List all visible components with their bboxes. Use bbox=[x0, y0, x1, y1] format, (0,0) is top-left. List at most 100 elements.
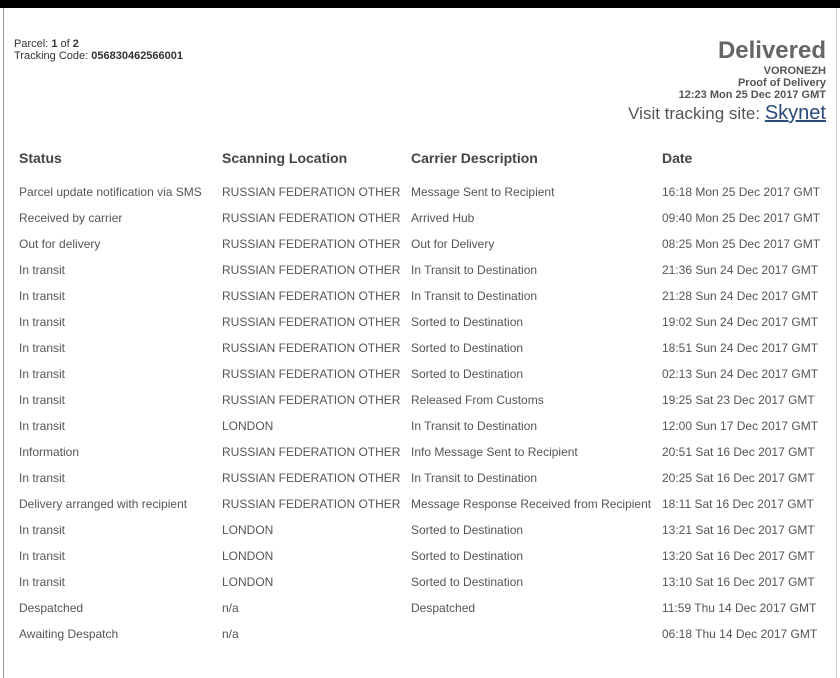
date-cell: 16:18 Mon 25 Dec 2017 GMT bbox=[662, 185, 821, 199]
date-cell: 21:36 Sun 24 Dec 2017 GMT bbox=[662, 263, 819, 277]
status-cell: Received by carrier bbox=[19, 211, 123, 225]
date-cell: 09:40 Mon 25 Dec 2017 GMT bbox=[662, 211, 821, 225]
tracking-code: Tracking Code: 056830462566001 bbox=[14, 50, 184, 62]
location-cell: LONDON bbox=[222, 549, 274, 563]
header-scanning-location: Scanning Location bbox=[222, 150, 348, 166]
date-cell: 19:02 Sun 24 Dec 2017 GMT bbox=[662, 315, 819, 329]
table-row: Received by carrier RUSSIAN FEDERATION OT… bbox=[19, 210, 829, 236]
status-cell: Despatched bbox=[19, 601, 84, 615]
table-row: In transit RUSSIAN FEDERATION OTHER Sorted… bbox=[19, 366, 829, 392]
visit-tracking-site: Visit tracking site: Skynet bbox=[628, 102, 826, 124]
status-cell: Awaiting Despatch bbox=[19, 627, 119, 641]
proof-of-delivery-link[interactable]: Proof of Delivery bbox=[628, 77, 826, 89]
table-row: In transit RUSSIAN FEDERATION OTHER In Tra… bbox=[19, 288, 829, 314]
date-cell: 20:51 Sat 16 Dec 2017 GMT bbox=[662, 445, 815, 459]
table-row: In transit RUSSIAN FEDERATION OTHER Releas… bbox=[19, 392, 829, 418]
date-cell: 13:10 Sat 16 Dec 2017 GMT bbox=[662, 575, 815, 589]
table-row: In transit LONDON Sorted to Destination 13:… bbox=[19, 548, 829, 574]
description-cell: Sorted to Destination bbox=[411, 549, 524, 563]
description-cell: Sorted to Destination bbox=[411, 575, 524, 589]
table-row: In transit LONDON In Transit to Destinatio… bbox=[19, 418, 829, 444]
description-cell: Despatched bbox=[411, 601, 476, 615]
date-cell: 20:25 Sat 16 Dec 2017 GMT bbox=[662, 471, 815, 485]
description-cell: Message Sent to Recipient bbox=[411, 185, 555, 199]
description-cell: In Transit to Destination bbox=[411, 419, 538, 433]
description-cell: Arrived Hub bbox=[411, 211, 475, 225]
status-cell: In transit bbox=[19, 263, 66, 277]
status-cell: In transit bbox=[19, 549, 66, 563]
description-cell: Sorted to Destination bbox=[411, 315, 524, 329]
location-cell: LONDON bbox=[222, 523, 274, 537]
table-row: Delivery arranged with recipient RUSSIAN … bbox=[19, 496, 829, 522]
delivery-location: VORONEZH bbox=[763, 65, 826, 77]
table-row: In transit LONDON Sorted to Destination 13:… bbox=[19, 522, 829, 548]
status-cell: In transit bbox=[19, 575, 66, 589]
date-cell: 13:20 Sat 16 Dec 2017 GMT bbox=[662, 549, 815, 563]
description-cell: Info Message Sent to Recipient bbox=[411, 445, 578, 459]
location-cell: RUSSIAN FEDERATION OTHER bbox=[222, 185, 401, 199]
status-cell: In transit bbox=[19, 315, 66, 329]
location-cell: n/a bbox=[222, 627, 239, 641]
table-row: Awaiting Despatch n/a 06:18 Thu 14 Dec 201… bbox=[19, 626, 829, 652]
delivery-summary: Delivered VORONEZH Proof of Delivery 12:… bbox=[628, 37, 826, 125]
status-cell: In transit bbox=[19, 471, 66, 485]
date-cell: 12:00 Sun 17 Dec 2017 GMT bbox=[662, 419, 819, 433]
location-cell: LONDON bbox=[222, 575, 274, 589]
status-cell: In transit bbox=[19, 289, 66, 303]
delivery-datetime: 12:23 Mon 25 Dec 2017 GMT bbox=[678, 89, 826, 101]
date-cell: 06:18 Thu 14 Dec 2017 GMT bbox=[662, 627, 818, 641]
description-cell: In Transit to Destination bbox=[411, 471, 538, 485]
description-cell: Sorted to Destination bbox=[411, 367, 524, 381]
header-carrier-description: Carrier Description bbox=[411, 150, 538, 166]
status-cell: In transit bbox=[19, 367, 66, 381]
top-bar bbox=[0, 0, 840, 8]
date-cell: 11:59 Thu 14 Dec 2017 GMT bbox=[662, 601, 817, 615]
table-row: In transit RUSSIAN FEDERATION OTHER In Tra… bbox=[19, 262, 829, 288]
table-body: Parcel update notification via SMS RUSSIA… bbox=[19, 184, 829, 652]
header-date: Date bbox=[662, 150, 693, 166]
status-cell: In transit bbox=[19, 393, 66, 407]
table-row: In transit RUSSIAN FEDERATION OTHER In Tra… bbox=[19, 470, 829, 496]
location-cell: RUSSIAN FEDERATION OTHER bbox=[222, 237, 401, 251]
parcel-count: Parcel: 1 of 2 bbox=[14, 38, 79, 50]
frame-left-border bbox=[3, 8, 4, 678]
table-row: In transit RUSSIAN FEDERATION OTHER Sorted… bbox=[19, 340, 829, 366]
date-cell: 18:51 Sun 24 Dec 2017 GMT bbox=[662, 341, 819, 355]
location-cell: n/a bbox=[222, 601, 239, 615]
location-cell: RUSSIAN FEDERATION OTHER bbox=[222, 263, 401, 277]
description-cell: Message Response Received from Recipient bbox=[411, 497, 652, 511]
parcel-info: Parcel: 1 of 2 Tracking Code: 0568304625… bbox=[14, 38, 183, 62]
date-cell: 02:13 Sun 24 Dec 2017 GMT bbox=[662, 367, 819, 381]
table-row: Out for delivery RUSSIAN FEDERATION OTHER… bbox=[19, 236, 829, 262]
status-cell: Out for delivery bbox=[19, 237, 101, 251]
tracking-table: Status Scanning Location Carrier Descrip… bbox=[19, 150, 829, 652]
location-cell: RUSSIAN FEDERATION OTHER bbox=[222, 341, 401, 355]
location-cell: RUSSIAN FEDERATION OTHER bbox=[222, 445, 401, 459]
description-cell: In Transit to Destination bbox=[411, 289, 538, 303]
status-cell: In transit bbox=[19, 523, 66, 537]
location-cell: RUSSIAN FEDERATION OTHER bbox=[222, 315, 401, 329]
table-row: In transit RUSSIAN FEDERATION OTHER Sorted… bbox=[19, 314, 829, 340]
table-row: Parcel update notification via SMS RUSSIA… bbox=[19, 184, 829, 210]
description-cell: Released From Customs bbox=[411, 393, 544, 407]
status-cell: Parcel update notification via SMS bbox=[19, 185, 202, 199]
status-cell: In transit bbox=[19, 419, 66, 433]
location-cell: RUSSIAN FEDERATION OTHER bbox=[222, 471, 401, 485]
delivery-status: Delivered bbox=[717, 37, 826, 64]
description-cell: Sorted to Destination bbox=[411, 523, 524, 537]
table-row: Despatched n/a Despatched 11:59 Thu 14 Dec … bbox=[19, 600, 829, 626]
status-cell: Delivery arranged with recipient bbox=[19, 497, 188, 511]
date-cell: 21:28 Sun 24 Dec 2017 GMT bbox=[662, 289, 819, 303]
table-row: In transit LONDON Sorted to Destination 13:… bbox=[19, 574, 829, 600]
status-cell: In transit bbox=[19, 341, 66, 355]
status-cell: Information bbox=[19, 445, 80, 459]
location-cell: RUSSIAN FEDERATION OTHER bbox=[222, 497, 401, 511]
description-cell: Sorted to Destination bbox=[411, 341, 524, 355]
date-cell: 13:21 Sat 16 Dec 2017 GMT bbox=[662, 523, 815, 537]
table-header: Status Scanning Location Carrier Descrip… bbox=[19, 150, 829, 184]
location-cell: RUSSIAN FEDERATION OTHER bbox=[222, 289, 401, 303]
skynet-link[interactable]: Skynet bbox=[765, 102, 826, 124]
description-cell: Out for Delivery bbox=[411, 237, 495, 251]
header-status: Status bbox=[19, 150, 62, 166]
date-cell: 19:25 Sat 23 Dec 2017 GMT bbox=[662, 393, 815, 407]
